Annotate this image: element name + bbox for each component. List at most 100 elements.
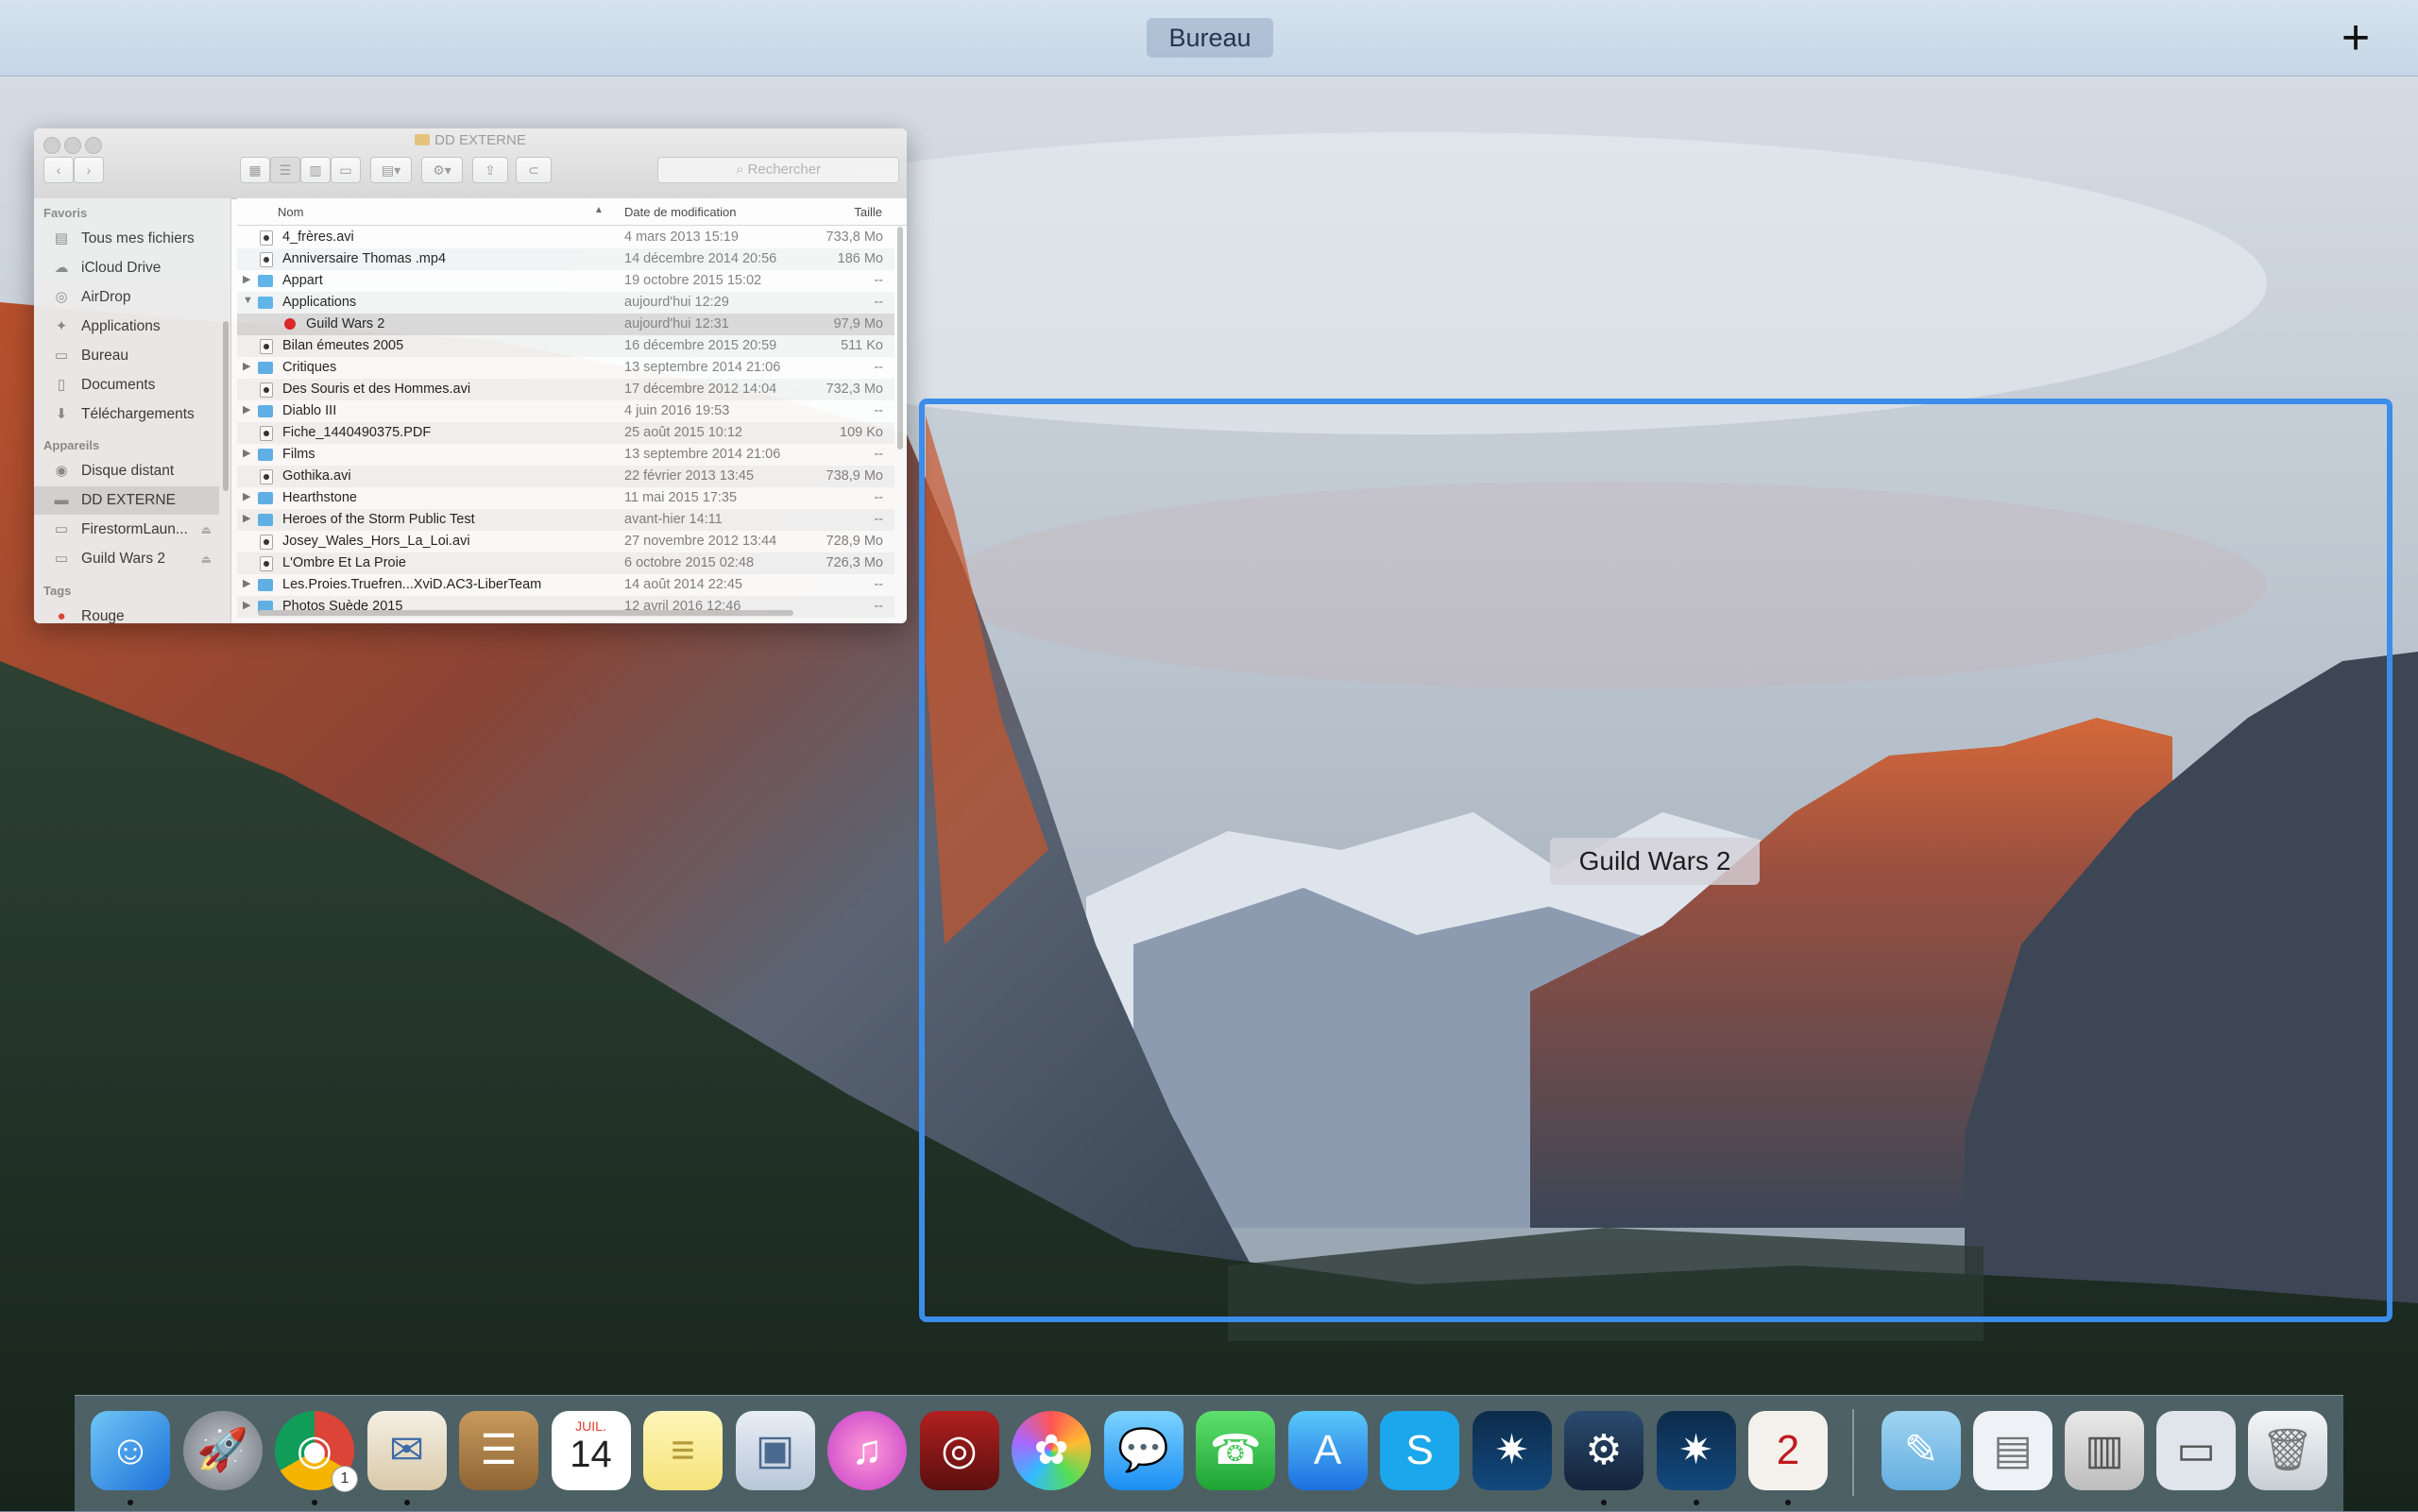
file-name: Fiche_1440490375.PDF — [282, 425, 432, 440]
sidebar-item-downloads[interactable]: ⬇ Téléchargements — [34, 400, 219, 429]
space-desktop-label[interactable]: Bureau — [1147, 18, 1273, 58]
sidebar-item-dd-externe[interactable]: ▬ DD EXTERNE — [34, 486, 219, 515]
drive-icon: ▭ — [54, 551, 69, 567]
trash-icon[interactable]: 🗑 — [2248, 1411, 2327, 1490]
disclosure-collapsed-icon[interactable]: ▶ — [243, 490, 250, 502]
forward-button[interactable]: › — [74, 157, 104, 183]
sidebar-item-label: Disque distant — [81, 463, 175, 479]
disclosure-collapsed-icon[interactable]: ▶ — [243, 577, 250, 589]
table-row[interactable]: L'Ombre Et La Proie 6 octobre 2015 02:48 7… — [237, 552, 894, 574]
sidebar-item-applications[interactable]: ✦ Applications — [34, 313, 219, 341]
column-view-button[interactable]: ▥ — [300, 157, 331, 183]
column-size-header[interactable]: Taille — [854, 205, 882, 219]
chrome-icon[interactable]: ◉ 1 — [275, 1411, 358, 1492]
eject-icon[interactable]: ⏏ — [201, 545, 212, 573]
finder-window[interactable]: DD EXTERNE ‹ › ▦ ☰ ▥ ▭ ▤▾ ⚙▾ ⇪ ⊂ ⌕ Reche… — [34, 128, 907, 623]
cover-flow-button[interactable]: ▭ — [331, 157, 361, 183]
file-name: Des Souris et des Hommes.avi — [282, 382, 471, 397]
table-row[interactable]: Anniversaire Thomas .mp4 14 décembre 2014… — [237, 248, 894, 270]
table-row[interactable]: ▶ Hearthstone 11 mai 2015 17:35 -- — [237, 487, 894, 509]
table-row[interactable]: 4_frères.avi 4 mars 2013 15:19 733,8 Mo — [237, 227, 894, 248]
itunes-icon[interactable]: ♫ — [827, 1411, 907, 1490]
dock: ☺ 🚀 ◉ 1 ✉ ☰ JUIL. 14 ≡ ▣ ♫ ◎ ✿ 💬 ☎ A S ✷ ⚙ ✷ 2 ✎ ▤ ▥ ▭ 🗑 — [75, 1395, 2343, 1512]
eject-icon[interactable]: ⏏ — [201, 516, 212, 544]
guild-wars-2-icon[interactable]: 2 — [1748, 1411, 1828, 1490]
sidebar-item-documents[interactable]: ▯ Documents — [34, 371, 219, 399]
sidebar-item-airdrop[interactable]: ◎ AirDrop — [34, 283, 219, 312]
steam-icon[interactable]: ⚙ — [1564, 1411, 1643, 1490]
table-row[interactable]: Fiche_1440490375.PDF 25 août 2015 10:12 10… — [237, 422, 894, 444]
photos-icon[interactable]: ✿ — [1012, 1411, 1091, 1490]
skype-icon[interactable]: S — [1380, 1411, 1459, 1490]
table-row[interactable]: ▶ Heroes of the Storm Public Test avant-hi… — [237, 509, 894, 531]
notes-folder-icon[interactable]: ✎ — [1882, 1411, 1961, 1490]
table-row[interactable]: ▶ Les.Proies.Truefren...XviD.AC3-LiberTea… — [237, 574, 894, 596]
tags-button[interactable]: ⊂ — [516, 157, 552, 183]
sidebar-item-remote-disc[interactable]: ◉ Disque distant — [34, 457, 219, 485]
table-row[interactable]: Josey_Wales_Hors_La_Loi.avi 27 novembre 2… — [237, 531, 894, 552]
table-row[interactable]: ▶ Appart 19 octobre 2015 15:02 -- — [237, 270, 894, 292]
list-view-button[interactable]: ☰ — [270, 157, 300, 183]
table-row[interactable]: Guild Wars 2 aujourd'hui 12:31 97,9 Mo — [237, 314, 894, 335]
disclosure-collapsed-icon[interactable]: ▶ — [243, 360, 250, 372]
table-row[interactable]: Bilan émeutes 2005 16 décembre 2015 20:59… — [237, 335, 894, 357]
sidebar-item-firestorm[interactable]: ▭ FirestormLaun... ⏏ — [34, 516, 219, 544]
browser-window-icon[interactable]: ▭ — [2156, 1411, 2236, 1490]
disclosure-collapsed-icon[interactable]: ▶ — [243, 599, 250, 611]
sidebar-item-all-files[interactable]: ▤ Tous mes fichiers — [34, 225, 219, 253]
column-name-header[interactable]: Nom — [278, 205, 303, 219]
battle-net-2-icon[interactable]: ✷ — [1656, 1411, 1736, 1490]
table-row[interactable]: Des Souris et des Hommes.avi 17 décembre … — [237, 379, 894, 400]
file-size: -- — [874, 273, 883, 288]
photo-booth-icon[interactable]: ◎ — [919, 1411, 999, 1490]
action-gear-button[interactable]: ⚙▾ — [421, 157, 463, 183]
disclosure-collapsed-icon[interactable]: ▶ — [243, 447, 250, 459]
back-button[interactable]: ‹ — [43, 157, 74, 183]
share-button[interactable]: ⇪ — [472, 157, 508, 183]
file-date: 13 septembre 2014 21:06 — [624, 360, 781, 375]
column-date-header[interactable]: Date de modification — [624, 205, 737, 219]
sidebar-item-label: FirestormLaun... — [81, 521, 188, 537]
messages-icon[interactable]: 💬 — [1103, 1411, 1183, 1490]
sidebar-scrollbar[interactable] — [223, 321, 229, 491]
table-row[interactable]: ▼ Applications aujourd'hui 12:29 -- — [237, 292, 894, 314]
file-icon — [260, 535, 273, 550]
facetime-icon[interactable]: ☎ — [1196, 1411, 1275, 1490]
file-size: 732,3 Mo — [826, 382, 883, 397]
documents-stack-icon[interactable]: ▤ — [1973, 1411, 2052, 1490]
sidebar-tag-red[interactable]: ● Rouge — [34, 603, 219, 623]
folder-icon — [258, 579, 273, 591]
table-row[interactable]: Gothika.avi 22 février 2013 13:45 738,9 Mo — [237, 466, 894, 487]
downloads-stack-icon[interactable]: ▥ — [2065, 1411, 2144, 1490]
notes-icon[interactable]: ≡ — [643, 1411, 723, 1490]
folder-icon — [258, 362, 273, 374]
app-icon — [284, 318, 296, 330]
calendar-icon[interactable]: JUIL. 14 — [551, 1411, 631, 1490]
disclosure-collapsed-icon[interactable]: ▶ — [243, 403, 250, 416]
launchpad-icon[interactable]: 🚀 — [182, 1411, 263, 1490]
battle-net-icon[interactable]: ✷ — [1472, 1411, 1552, 1490]
dock-separator — [1852, 1409, 1854, 1496]
table-row[interactable]: ▶ Critiques 13 septembre 2014 21:06 -- — [237, 357, 894, 379]
app-store-icon[interactable]: A — [1287, 1411, 1368, 1490]
sidebar-item-guild-wars-2[interactable]: ▭ Guild Wars 2 ⏏ — [34, 545, 219, 573]
disclosure-collapsed-icon[interactable]: ▶ — [243, 512, 250, 524]
disclosure-expanded-icon[interactable]: ▼ — [243, 295, 253, 306]
sidebar-item-desktop[interactable]: ▭ Bureau — [34, 342, 219, 370]
preview-icon[interactable]: ▣ — [735, 1411, 815, 1490]
contacts-icon[interactable]: ☰ — [459, 1411, 538, 1490]
file-name: Gothika.avi — [282, 468, 351, 484]
search-input[interactable]: ⌕ Rechercher — [657, 157, 899, 183]
sidebar-item-icloud[interactable]: ☁ iCloud Drive — [34, 254, 219, 282]
file-size: -- — [874, 490, 883, 505]
mail-icon[interactable]: ✉ — [366, 1411, 447, 1490]
arrange-button[interactable]: ▤▾ — [370, 157, 412, 183]
finder-icon[interactable]: ☺ — [91, 1411, 170, 1490]
icon-view-button[interactable]: ▦ — [240, 157, 270, 183]
horizontal-scrollbar[interactable] — [258, 610, 793, 616]
disclosure-collapsed-icon[interactable]: ▶ — [243, 273, 250, 285]
add-space-button[interactable]: + — [2335, 13, 2376, 62]
vertical-scrollbar[interactable] — [897, 227, 903, 450]
table-row[interactable]: ▶ Diablo III 4 juin 2016 19:53 -- — [237, 400, 894, 422]
table-row[interactable]: ▶ Films 13 septembre 2014 21:06 -- — [237, 444, 894, 466]
